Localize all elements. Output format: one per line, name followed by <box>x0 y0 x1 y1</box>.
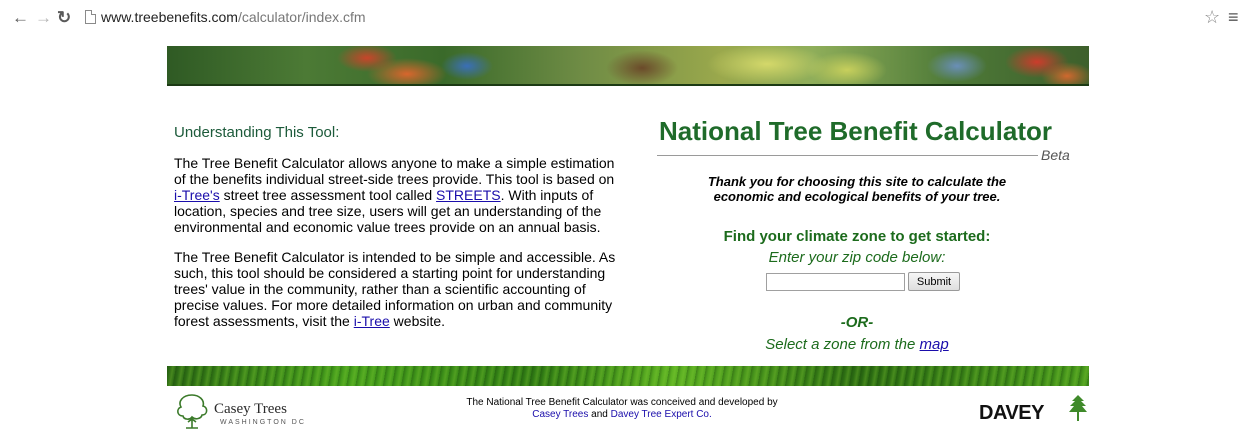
intro-paragraph: The Tree Benefit Calculator allows anyon… <box>174 155 624 235</box>
browser-toolbar: ← → ↻ www.treebenefits.com/calculator/in… <box>0 0 1253 36</box>
climate-zone-heading: Find your climate zone to get started: <box>723 228 991 245</box>
casey-trees-location: WASHINGTON DC <box>220 419 306 426</box>
section-title: Understanding This Tool: <box>174 124 340 141</box>
credit-line-2: Casey Trees and Davey Tree Expert Co. <box>417 409 827 421</box>
scope-paragraph: The Tree Benefit Calculator is intended … <box>174 249 624 329</box>
page-icon <box>85 10 96 24</box>
forward-arrow-icon[interactable]: → <box>35 9 52 26</box>
davey-name: DAVEY <box>979 402 1044 424</box>
davey-tree-icon <box>1069 395 1087 421</box>
casey-trees-link[interactable]: Casey Trees <box>532 409 588 420</box>
beta-label: Beta <box>1041 147 1070 163</box>
banner-border <box>167 84 1089 86</box>
header-banner-image <box>167 46 1089 86</box>
davey-link[interactable]: Davey Tree Expert Co. <box>611 409 712 420</box>
menu-icon[interactable]: ≡ <box>1228 7 1239 28</box>
footer: Casey Trees WASHINGTON DC The National T… <box>167 388 1089 431</box>
credit-and: and <box>588 409 611 420</box>
casey-trees-name: Casey Trees <box>214 401 287 417</box>
title-divider <box>657 155 1038 156</box>
map-prompt-text: Select a zone from the <box>765 336 920 353</box>
davey-logo[interactable]: DAVEY <box>979 394 1089 426</box>
credit-line-1: The National Tree Benefit Calculator was… <box>466 397 778 408</box>
calculator-panel: National Tree Benefit Calculator Beta Th… <box>657 116 1071 353</box>
casey-tree-icon <box>177 394 208 429</box>
bookmark-star-icon[interactable]: ☆ <box>1204 7 1220 28</box>
itree-website-link[interactable]: i-Tree <box>354 313 390 329</box>
url-path: /calculator/index.cfm <box>237 9 366 25</box>
map-link[interactable]: map <box>920 336 949 353</box>
or-separator: -OR- <box>840 314 874 331</box>
thanks-line-1: Thank you for choosing this site to calc… <box>707 174 1007 189</box>
page-title: National Tree Benefit Calculator <box>659 116 1052 146</box>
zip-prompt: Enter your zip code below: <box>768 249 946 266</box>
thanks-line-2: economic and ecological benefits of your… <box>713 189 1001 204</box>
zip-code-input[interactable] <box>766 273 905 291</box>
submit-button[interactable]: Submit <box>908 272 960 291</box>
thanks-message: Thank you for choosing this site to calc… <box>657 174 1057 204</box>
intro-text-2: street tree assessment tool called <box>219 187 437 203</box>
itree-link[interactable]: i-Tree's <box>174 187 220 203</box>
about-section: Understanding This Tool: The Tree Benefi… <box>174 124 624 329</box>
grass-banner <box>167 366 1089 386</box>
casey-trees-logo[interactable]: Casey Trees WASHINGTON DC <box>172 391 312 431</box>
address-bar[interactable]: www.treebenefits.com/calculator/index.cf… <box>101 9 366 25</box>
credit-text: The National Tree Benefit Calculator was… <box>417 397 827 421</box>
streets-link[interactable]: STREETS <box>436 187 501 203</box>
scope-text-2: website. <box>389 313 446 329</box>
back-arrow-icon[interactable]: ← <box>12 9 29 26</box>
url-host: www.treebenefits.com <box>101 9 238 25</box>
reload-icon[interactable]: ↻ <box>57 9 71 26</box>
map-prompt: Select a zone from the map <box>657 336 1057 353</box>
intro-text-1: The Tree Benefit Calculator allows anyon… <box>174 155 615 187</box>
